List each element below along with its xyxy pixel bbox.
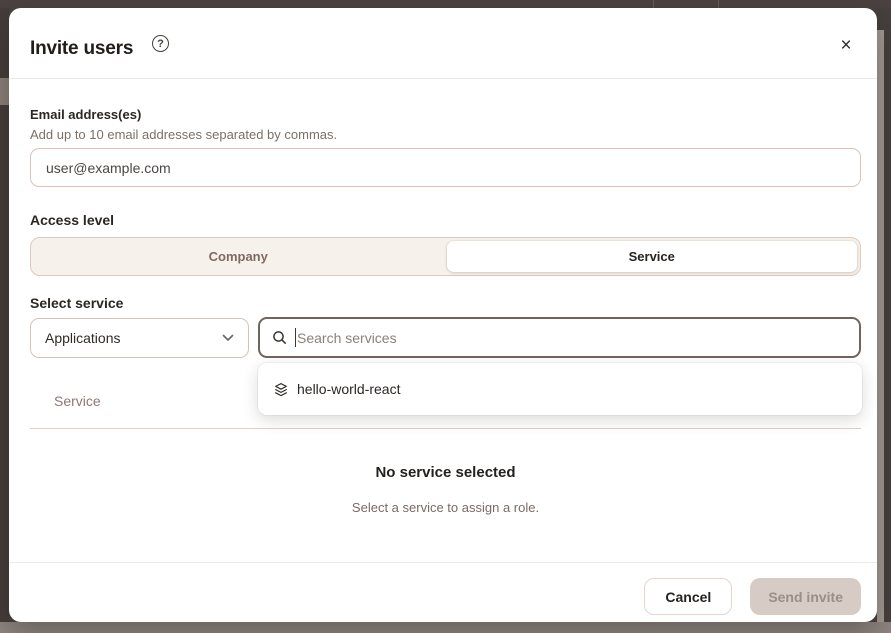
service-type-dropdown[interactable]: Applications (30, 318, 249, 358)
chevron-down-icon (222, 334, 234, 342)
empty-state-title: No service selected (30, 464, 861, 481)
segment-company[interactable]: Company (31, 238, 446, 275)
access-level-label: Access level (30, 212, 114, 228)
list-item[interactable]: hello-world-react (262, 367, 858, 411)
segment-service[interactable]: Service (447, 241, 858, 272)
search-input[interactable] (297, 330, 847, 346)
search-icon (272, 330, 287, 345)
service-column-header: Service (54, 393, 101, 409)
help-icon-glyph: ? (157, 38, 164, 50)
search-results-panel: hello-world-react (258, 363, 862, 415)
service-search-box[interactable] (258, 317, 861, 358)
invite-users-modal: Invite users ? × Email address(es) Add u… (9, 8, 877, 622)
email-field[interactable] (30, 148, 861, 187)
layers-icon (274, 382, 288, 397)
service-type-dropdown-value: Applications (45, 330, 222, 346)
segment-service-label: Service (629, 249, 675, 264)
footer-divider (9, 562, 877, 563)
background-left-strip (0, 8, 9, 622)
background-scrollbar (877, 30, 884, 622)
background-topbar (0, 0, 891, 8)
list-item-label: hello-world-react (297, 381, 400, 397)
close-icon: × (840, 35, 851, 56)
email-label: Email address(es) (30, 107, 141, 122)
email-hint: Add up to 10 email addresses separated b… (30, 127, 337, 142)
header-divider (9, 78, 877, 79)
footer-actions: Cancel Send invite (644, 578, 861, 615)
send-invite-button[interactable]: Send invite (750, 578, 861, 615)
text-caret (295, 328, 296, 347)
cancel-button[interactable]: Cancel (644, 578, 732, 615)
background-topbar-separator (718, 0, 719, 8)
access-level-toggle: Company Service (30, 237, 861, 276)
empty-state-subtitle: Select a service to assign a role. (30, 500, 861, 515)
help-icon[interactable]: ? (152, 35, 169, 52)
segment-company-label: Company (209, 249, 268, 264)
table-divider (30, 428, 861, 429)
background-left-content (0, 78, 9, 105)
select-service-label: Select service (30, 295, 123, 311)
page-title: Invite users (30, 38, 133, 60)
close-button[interactable]: × (833, 33, 859, 59)
background-bottom-strip (0, 622, 891, 633)
background-topbar-separator (653, 0, 654, 8)
